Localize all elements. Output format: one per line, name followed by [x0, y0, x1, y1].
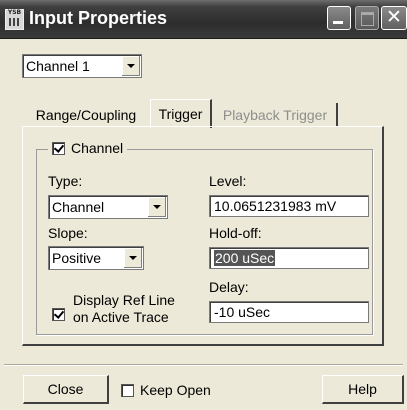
tab-range-coupling[interactable]: Range/Coupling: [26, 103, 146, 127]
holdoff-field[interactable]: 200 uSec: [209, 247, 369, 269]
minimize-button[interactable]: [327, 6, 351, 30]
holdoff-label: Hold-off:: [209, 225, 262, 241]
type-select[interactable]: Channel: [48, 195, 168, 219]
delay-label: Delay:: [209, 279, 249, 295]
chevron-down-icon[interactable]: [147, 197, 166, 217]
footer-separator: [4, 364, 403, 366]
app-icon: YSB: [5, 9, 24, 30]
display-ref-label: Display Ref Line on Active Trace: [73, 292, 175, 326]
channel-select[interactable]: Channel 1: [22, 54, 142, 78]
level-field[interactable]: 10.0651231983 mV: [209, 195, 369, 217]
channel-select-value: Channel 1: [26, 58, 90, 74]
title-bar[interactable]: YSB Input Properties ✕: [0, 0, 407, 39]
chevron-down-icon[interactable]: [123, 248, 142, 268]
type-label: Type:: [48, 173, 83, 189]
tab-playback-trigger[interactable]: Playback Trigger: [214, 103, 338, 127]
help-button[interactable]: Help: [322, 375, 404, 404]
keep-open-label: Keep Open: [140, 382, 211, 398]
maximize-button[interactable]: [355, 6, 379, 30]
channel-checkbox[interactable]: [52, 141, 65, 155]
display-ref-label-line1: Display Ref Line: [73, 292, 175, 308]
slope-select[interactable]: Positive: [48, 246, 144, 270]
keep-open-row[interactable]: Keep Open: [121, 382, 211, 398]
display-ref-label-line2: on Active Trace: [73, 309, 169, 325]
holdoff-value: 200 uSec: [214, 250, 276, 266]
close-window-button[interactable]: ✕: [381, 6, 407, 30]
keep-open-checkbox[interactable]: [121, 383, 134, 397]
close-button[interactable]: Close: [23, 375, 109, 404]
type-select-value: Channel: [52, 199, 105, 215]
delay-field[interactable]: -10 uSec: [209, 301, 369, 323]
display-ref-checkbox-wrap[interactable]: [52, 308, 65, 321]
close-icon: ✕: [386, 6, 402, 28]
slope-select-value: Positive: [52, 250, 102, 266]
display-ref-checkbox[interactable]: [52, 308, 65, 321]
window-title: Input Properties: [29, 8, 168, 28]
tab-trigger[interactable]: Trigger: [150, 99, 212, 128]
app-icon-text: YSB: [7, 9, 22, 16]
slope-label: Slope:: [48, 225, 88, 241]
chevron-down-icon[interactable]: [121, 56, 140, 76]
level-label: Level:: [209, 173, 247, 189]
channel-checkbox-row[interactable]: Channel: [48, 140, 128, 156]
channel-checkbox-label: Channel: [71, 140, 124, 156]
